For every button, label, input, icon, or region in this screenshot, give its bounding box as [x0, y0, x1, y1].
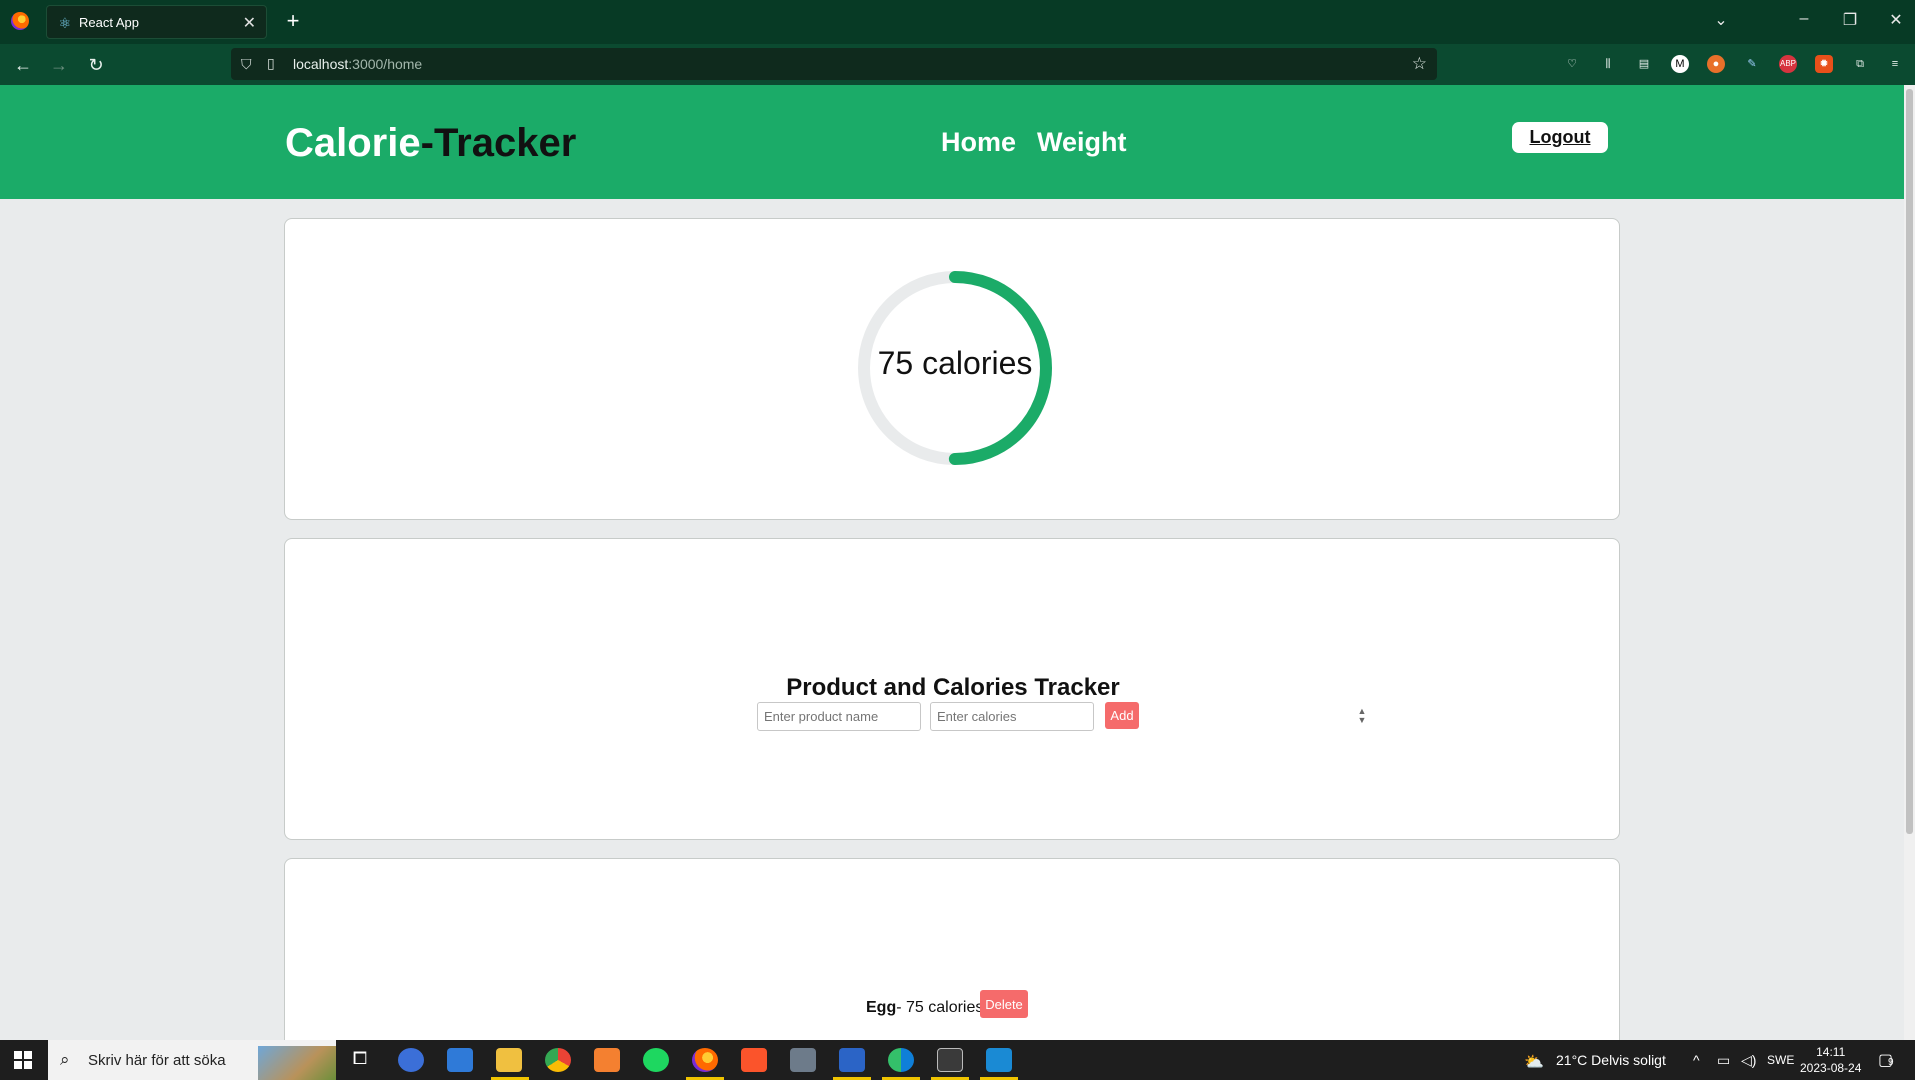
notification-count: 9	[1888, 1057, 1894, 1068]
tracker-title: Product and Calories Tracker	[786, 674, 1120, 701]
brand-logo: Calorie-Tracker	[285, 121, 577, 165]
browser-nav-bar: ← → ↻ ⛉ ▯ localhost:3000/home ☆ ♡ ⫼ ▤ M …	[0, 44, 1915, 85]
restore-button[interactable]: ❐	[1837, 10, 1863, 30]
forward-arrow-icon[interactable]: →	[47, 53, 71, 77]
entry-product-name: Egg	[866, 999, 897, 1016]
entry-calories: - 75 calories	[896, 999, 984, 1016]
app-icon-blue-circle[interactable]	[398, 1048, 424, 1072]
page-info-icon[interactable]: ▯	[267, 55, 275, 72]
adblock-plus-icon[interactable]: ABP	[1779, 55, 1797, 73]
tab-title: React App	[79, 15, 139, 30]
vscode-icon[interactable]	[986, 1048, 1012, 1072]
close-window-button[interactable]: ✕	[1883, 10, 1909, 30]
list-tabs-chevron-icon[interactable]: ⌄	[1708, 10, 1734, 30]
page-scrollbar[interactable]	[1904, 85, 1915, 1040]
volume-icon[interactable]: ◁)	[1741, 1052, 1756, 1069]
windows-start-icon[interactable]	[14, 1051, 32, 1069]
clock-time: 14:11	[1816, 1045, 1846, 1059]
new-tab-button[interactable]: +	[280, 8, 306, 34]
file-explorer-icon[interactable]	[496, 1048, 522, 1072]
calories-stepper-icon[interactable]: ▲ ▼	[1355, 707, 1369, 726]
xampp-icon[interactable]	[594, 1048, 620, 1072]
address-bar[interactable]: ⛉ ▯ localhost:3000/home ☆	[231, 48, 1437, 80]
tracker-form-card: Product and Calories Tracker ▲▼ Add	[284, 538, 1620, 840]
list-item: Egg- 75 calories	[866, 999, 983, 1017]
logout-button[interactable]: Logout	[1512, 122, 1608, 153]
weather-icon[interactable]: ⛅	[1524, 1052, 1544, 1072]
browser-tab[interactable]: ⚛ React App ✕	[46, 5, 267, 39]
chrome-icon[interactable]	[545, 1048, 571, 1072]
add-button[interactable]: Add	[1105, 702, 1139, 729]
duckduckgo-extension-icon[interactable]: ●	[1707, 55, 1725, 73]
mail-icon[interactable]	[447, 1048, 473, 1072]
calorie-total-label: 75 calories	[877, 345, 1033, 381]
weather-text[interactable]: 21°C Delvis soligt	[1556, 1052, 1666, 1068]
firefox-taskbar-icon[interactable]	[692, 1048, 718, 1072]
browser-tab-bar: ⚛ React App ✕ + ⌄ – ❐ ✕	[0, 0, 1915, 44]
bookmark-star-icon[interactable]: ☆	[1412, 54, 1427, 74]
windows-taskbar: ⌕ Skriv här för att söka ⧠ ⛅ 21°C Delvis…	[0, 1040, 1915, 1080]
sidebar-icon[interactable]: ▤	[1635, 55, 1653, 73]
m-extension-icon[interactable]: M	[1671, 55, 1689, 73]
menu-hamburger-icon[interactable]: ≡	[1886, 55, 1904, 73]
firefox-logo-icon[interactable]	[11, 12, 29, 30]
document-icon[interactable]	[839, 1048, 865, 1072]
gear-extension-icon[interactable]: ✹	[1815, 55, 1833, 73]
pocket-icon[interactable]: ♡	[1563, 55, 1581, 73]
scrollbar-thumb[interactable]	[1906, 89, 1913, 834]
clock-date: 2023-08-24	[1800, 1061, 1862, 1075]
back-arrow-icon[interactable]: ←	[11, 53, 35, 77]
minimize-button[interactable]: –	[1791, 10, 1817, 28]
terminal-icon[interactable]	[937, 1048, 963, 1072]
calculator-icon[interactable]	[790, 1048, 816, 1072]
edge-icon[interactable]	[888, 1048, 914, 1072]
taskbar-search-placeholder: Skriv här för att söka	[88, 1052, 226, 1069]
calorie-progress-card: 75 calories	[284, 218, 1620, 520]
entries-card: Egg- 75 calories Delete	[284, 858, 1620, 1058]
system-clock[interactable]: 14:11 2023-08-24	[1800, 1044, 1861, 1076]
react-favicon-icon: ⚛	[58, 15, 72, 31]
calories-input[interactable]	[930, 702, 1094, 731]
product-name-input[interactable]	[757, 702, 921, 731]
nav-link-home[interactable]: Home	[941, 127, 1016, 158]
extensions-puzzle-icon[interactable]: ⧉	[1851, 55, 1869, 73]
notification-center-icon[interactable]: ▢ 9	[1878, 1050, 1898, 1070]
spotify-icon[interactable]	[643, 1048, 669, 1072]
nav-link-weight[interactable]: Weight	[1037, 127, 1127, 158]
chevron-up-icon[interactable]: ^	[1693, 1052, 1700, 1068]
delete-button[interactable]: Delete	[980, 990, 1028, 1018]
language-indicator[interactable]: SWE	[1767, 1053, 1794, 1067]
reload-icon[interactable]: ↻	[84, 53, 108, 77]
close-tab-icon[interactable]: ✕	[243, 13, 256, 33]
search-highlight-image	[258, 1046, 336, 1080]
app-header: Calorie-Tracker Home Weight Logout	[0, 85, 1904, 199]
library-icon[interactable]: ⫼	[1599, 55, 1617, 73]
brave-icon[interactable]	[741, 1048, 767, 1072]
eyedropper-icon[interactable]: ✎	[1743, 55, 1761, 73]
search-icon: ⌕	[60, 1050, 70, 1069]
url-text[interactable]: localhost:3000/home	[293, 56, 422, 72]
network-icon[interactable]: ▭	[1717, 1052, 1730, 1069]
taskbar-search-box[interactable]: ⌕ Skriv här för att söka	[48, 1040, 336, 1080]
task-view-icon[interactable]: ⧠	[347, 1048, 373, 1072]
shield-icon[interactable]: ⛉	[241, 56, 252, 73]
